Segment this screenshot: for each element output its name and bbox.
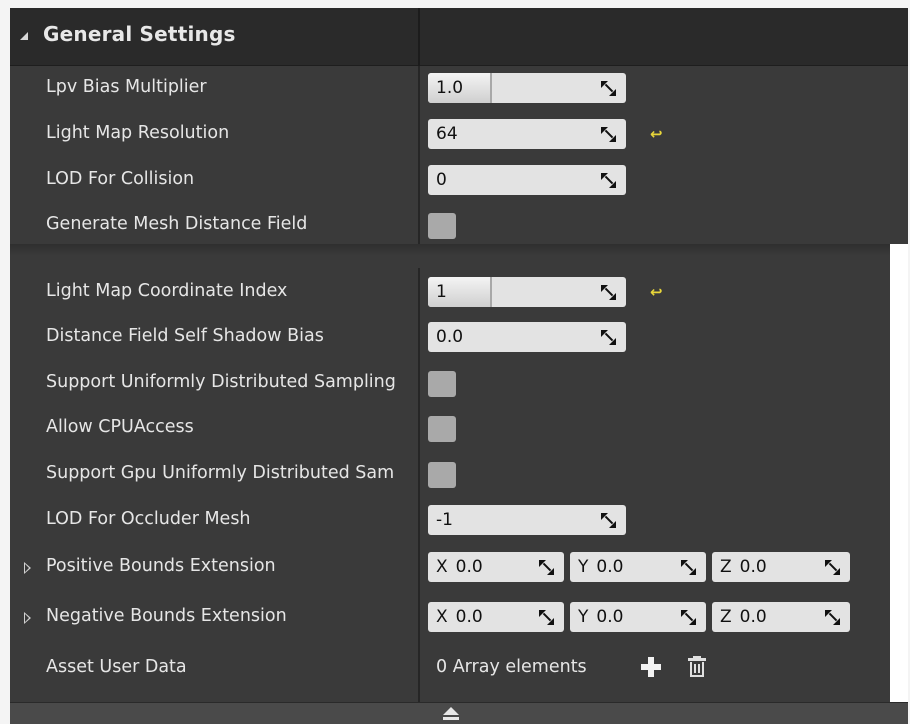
field-value: 0.0	[739, 557, 767, 577]
array-element-count: 0 Array elements	[436, 657, 587, 677]
property-row-support-gpu-uniformly-distributed-sampling: Support Gpu Uniformly Distributed Sam	[10, 452, 890, 496]
drag-spinner-icon[interactable]	[681, 610, 696, 625]
field-value: 0.0	[455, 557, 483, 577]
collapse-arrow-icon[interactable]	[20, 32, 28, 40]
drag-spinner-icon[interactable]	[601, 81, 616, 96]
field-value: 64	[436, 124, 458, 144]
property-label: Light Map Coordinate Index	[46, 281, 288, 301]
property-row-positive-bounds-extension[interactable]: Positive Bounds Extension X 0.0 Y 0.0 Z 0.0	[10, 545, 890, 589]
advanced-toggle-bar[interactable]	[10, 702, 908, 724]
property-label: Positive Bounds Extension	[46, 556, 276, 576]
details-panel-body: General Settings Lpv Bias Multiplier 1.0…	[10, 8, 908, 724]
plus-icon[interactable]	[641, 657, 661, 677]
field-value: 0.0	[739, 607, 767, 627]
field-value: 0	[436, 170, 447, 190]
property-row-generate-mesh-distance-field: Generate Mesh Distance Field	[10, 203, 890, 247]
allow-cpu-access-checkbox[interactable]	[428, 416, 456, 442]
property-label: Light Map Resolution	[46, 123, 230, 143]
light-map-resolution-input[interactable]: 64	[428, 119, 626, 149]
positive-bounds-y-input[interactable]: Y 0.0	[570, 552, 706, 582]
axis-label: Y	[578, 557, 589, 577]
field-value: 0.0	[596, 607, 624, 627]
property-label: Support Uniformly Distributed Sampling	[46, 372, 396, 392]
property-label: LOD For Collision	[46, 169, 195, 189]
field-value: -1	[436, 510, 453, 530]
details-panel: General Settings Lpv Bias Multiplier 1.0…	[0, 0, 910, 724]
property-row-light-map-coordinate-index: Light Map Coordinate Index 1 ↩	[10, 270, 890, 314]
property-label: Distance Field Self Shadow Bias	[46, 326, 324, 346]
drag-spinner-icon[interactable]	[601, 285, 616, 300]
axis-label: X	[436, 557, 448, 577]
field-value: 1	[436, 282, 447, 302]
drag-spinner-icon[interactable]	[825, 610, 840, 625]
drag-spinner-icon[interactable]	[601, 513, 616, 528]
drag-spinner-icon[interactable]	[601, 127, 616, 142]
axis-label: Z	[720, 607, 732, 627]
field-value: 0.0	[455, 607, 483, 627]
section-header-general-settings[interactable]: General Settings	[10, 8, 908, 66]
property-row-lpv-bias-multiplier: Lpv Bias Multiplier 1.0	[10, 66, 890, 110]
lod-for-collision-input[interactable]: 0	[428, 165, 626, 195]
property-label: Asset User Data	[46, 657, 187, 677]
trash-icon[interactable]	[687, 656, 707, 678]
property-row-lod-for-occluder-mesh: LOD For Occluder Mesh -1	[10, 498, 890, 542]
expand-arrow-icon[interactable]	[24, 562, 31, 574]
column-divider	[418, 8, 420, 66]
property-row-light-map-resolution: Light Map Resolution 64 ↩	[10, 112, 890, 156]
support-gpu-uniformly-distributed-sampling-checkbox[interactable]	[428, 462, 456, 488]
lpv-bias-multiplier-slider[interactable]: 1.0	[428, 73, 626, 103]
property-row-lod-for-collision: LOD For Collision 0	[10, 158, 890, 202]
axis-label: Y	[578, 607, 589, 627]
drag-spinner-icon[interactable]	[681, 560, 696, 575]
negative-bounds-x-input[interactable]: X 0.0	[428, 602, 564, 632]
property-row-asset-user-data: Asset User Data 0 Array elements	[10, 646, 890, 690]
collapse-up-icon[interactable]	[442, 707, 460, 721]
property-row-negative-bounds-extension[interactable]: Negative Bounds Extension X 0.0 Y 0.0 Z 0.0	[10, 595, 890, 639]
reset-to-default-icon[interactable]: ↩	[650, 284, 664, 300]
positive-bounds-x-input[interactable]: X 0.0	[428, 552, 564, 582]
drag-spinner-icon[interactable]	[601, 173, 616, 188]
drag-spinner-icon[interactable]	[539, 610, 554, 625]
property-label: Negative Bounds Extension	[46, 606, 287, 626]
lod-for-occluder-mesh-input[interactable]: -1	[428, 505, 626, 535]
drag-spinner-icon[interactable]	[601, 330, 616, 345]
property-label: Lpv Bias Multiplier	[46, 77, 207, 97]
positive-bounds-z-input[interactable]: Z 0.0	[712, 552, 850, 582]
light-map-coordinate-index-slider[interactable]: 1	[428, 277, 626, 307]
property-label: LOD For Occluder Mesh	[46, 509, 251, 529]
distance-field-self-shadow-bias-input[interactable]: 0.0	[428, 322, 626, 352]
drag-spinner-icon[interactable]	[539, 560, 554, 575]
expand-arrow-icon[interactable]	[24, 612, 31, 624]
negative-bounds-y-input[interactable]: Y 0.0	[570, 602, 706, 632]
property-label: Support Gpu Uniformly Distributed Sam	[46, 463, 395, 483]
drag-spinner-icon[interactable]	[825, 560, 840, 575]
property-row-support-uniformly-distributed-sampling: Support Uniformly Distributed Sampling	[10, 361, 890, 405]
negative-bounds-z-input[interactable]: Z 0.0	[712, 602, 850, 632]
reset-to-default-icon[interactable]: ↩	[650, 126, 664, 142]
axis-label: Z	[720, 557, 732, 577]
generate-mesh-distance-field-checkbox[interactable]	[428, 213, 456, 239]
scrollbar-track[interactable]	[890, 244, 908, 702]
field-value: 1.0	[436, 78, 464, 98]
field-value: 0.0	[596, 557, 624, 577]
property-label: Allow CPUAccess	[46, 417, 194, 437]
axis-label: X	[436, 607, 448, 627]
property-row-distance-field-self-shadow-bias: Distance Field Self Shadow Bias 0.0	[10, 315, 890, 359]
property-row-allow-cpu-access: Allow CPUAccess	[10, 406, 890, 450]
support-uniformly-distributed-sampling-checkbox[interactable]	[428, 371, 456, 397]
field-value: 0.0	[436, 327, 464, 347]
section-title: General Settings	[43, 22, 236, 46]
property-label: Generate Mesh Distance Field	[46, 214, 308, 234]
